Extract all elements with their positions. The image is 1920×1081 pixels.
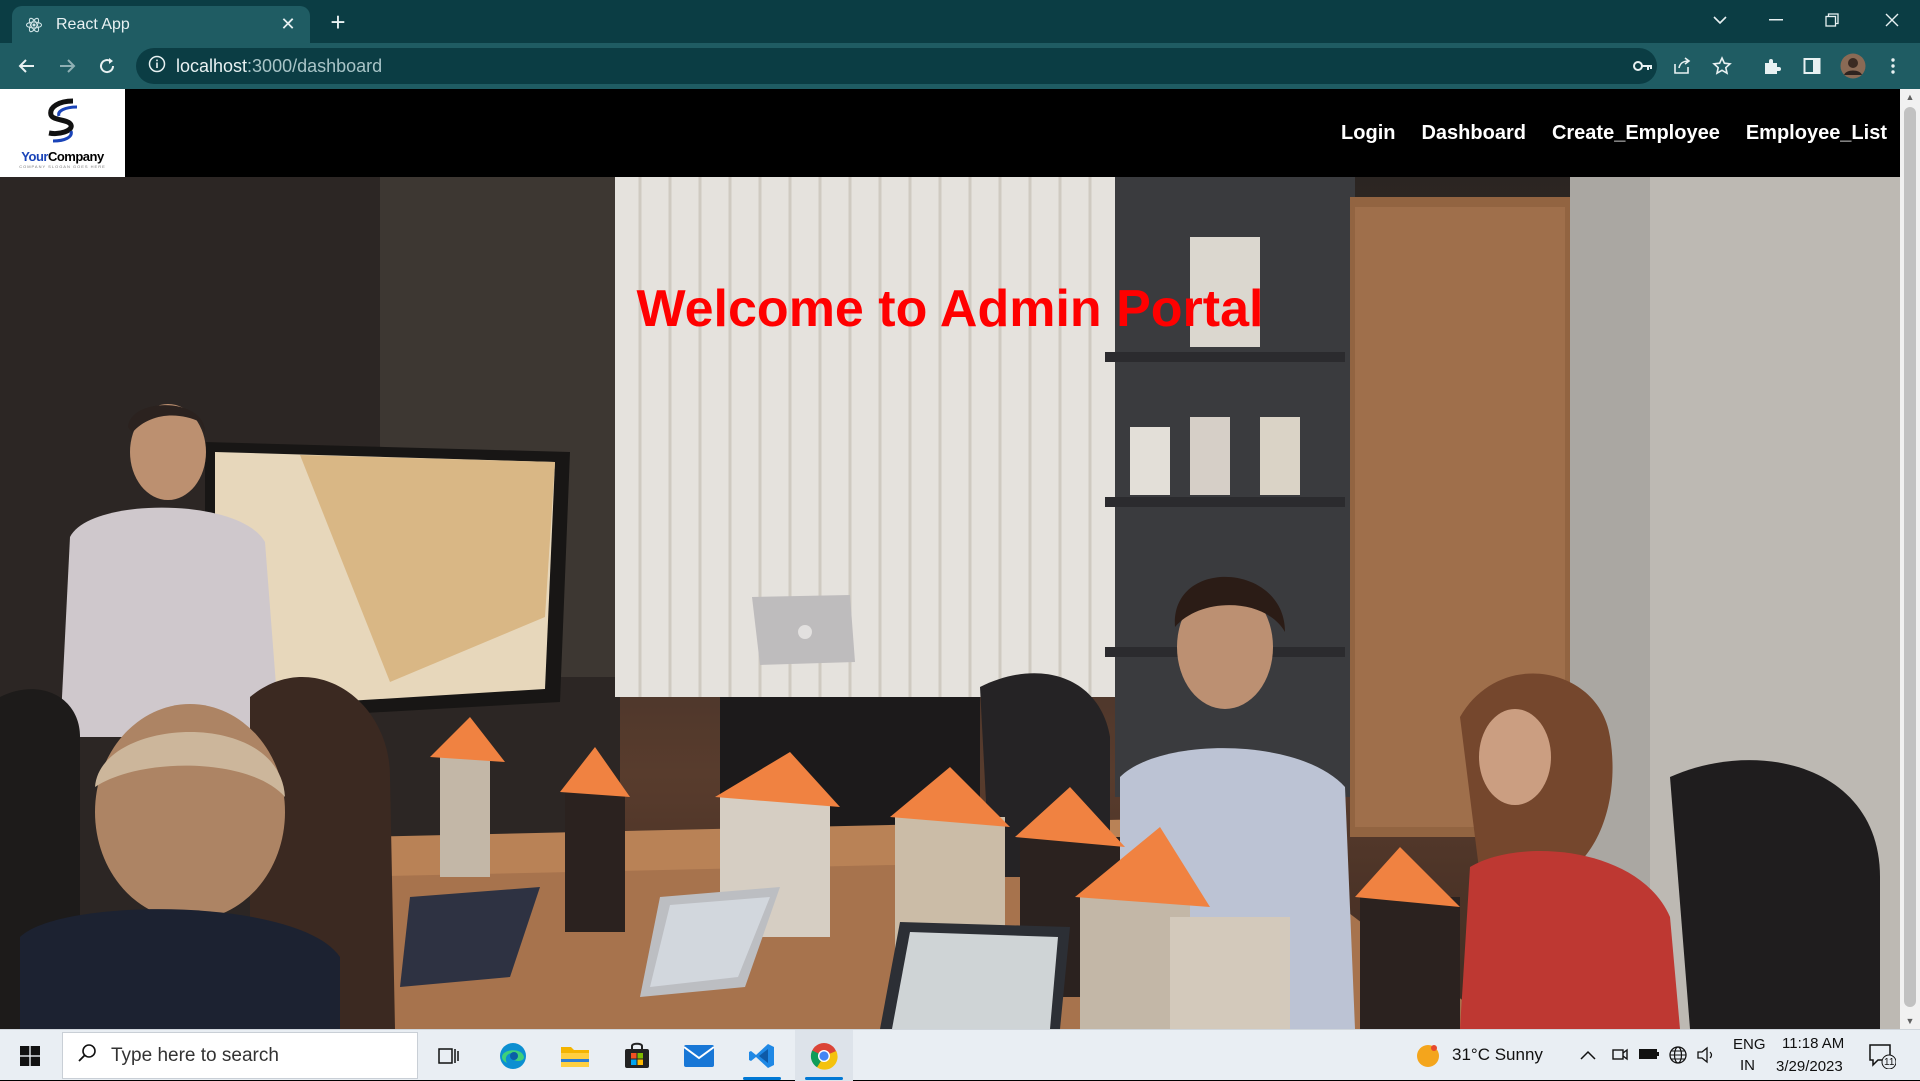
web-page: YourCompany COMPANY SLOGAN GOES HERE Log… bbox=[0, 89, 1900, 1029]
network-globe-icon[interactable] bbox=[1668, 1045, 1688, 1070]
close-tab-icon[interactable]: ✕ bbox=[278, 14, 298, 35]
minimize-icon[interactable] bbox=[1748, 0, 1804, 40]
microsoft-store-icon[interactable] bbox=[608, 1030, 666, 1081]
search-placeholder: Type here to search bbox=[111, 1044, 279, 1066]
side-panel-icon[interactable] bbox=[1797, 51, 1827, 81]
address-bar[interactable]: localhost:3000/dashboard bbox=[136, 48, 1657, 84]
mail-icon[interactable] bbox=[670, 1030, 728, 1081]
url-text: localhost:3000/dashboard bbox=[176, 56, 382, 77]
nav-login[interactable]: Login bbox=[1341, 122, 1395, 145]
clock-date[interactable]: 3/29/2023 bbox=[1776, 1058, 1843, 1075]
weather-icon[interactable] bbox=[1414, 1042, 1442, 1075]
app-navbar: YourCompany COMPANY SLOGAN GOES HERE Log… bbox=[0, 89, 1900, 177]
react-icon bbox=[24, 15, 44, 35]
share-icon[interactable] bbox=[1667, 51, 1697, 81]
language-line1[interactable]: ENG bbox=[1733, 1036, 1766, 1053]
nav-employee-list[interactable]: Employee_List bbox=[1746, 122, 1887, 145]
chrome-icon[interactable] bbox=[795, 1030, 853, 1081]
browser-tab-bar: React App ✕ + bbox=[0, 0, 1920, 43]
profile-avatar[interactable] bbox=[1838, 51, 1868, 81]
file-explorer-icon[interactable] bbox=[546, 1030, 604, 1081]
vscode-icon[interactable] bbox=[733, 1030, 791, 1081]
browser-toolbar: localhost:3000/dashboard bbox=[0, 43, 1920, 89]
notification-count: 11 bbox=[1884, 1057, 1895, 1068]
battery-icon[interactable] bbox=[1638, 1047, 1660, 1066]
hero-banner: Welcome to Admin Portal bbox=[0, 177, 1900, 1029]
extensions-puzzle-icon[interactable] bbox=[1757, 51, 1787, 81]
logo-text-part2: Company bbox=[47, 149, 104, 164]
url-host: localhost bbox=[176, 55, 248, 76]
page-scrollbar[interactable]: ▲ ▼ bbox=[1900, 89, 1920, 1029]
password-key-icon[interactable] bbox=[1628, 51, 1658, 81]
scroll-down-icon[interactable]: ▼ bbox=[1900, 1013, 1920, 1029]
logo-text-part1: Your bbox=[21, 149, 48, 164]
tab-search-icon[interactable] bbox=[1692, 0, 1748, 40]
nav-create-employee[interactable]: Create_Employee bbox=[1552, 122, 1720, 145]
new-tab-button[interactable]: + bbox=[323, 8, 353, 36]
windows-taskbar: Type here to search 31°C Sunny ENG IN 11 bbox=[0, 1029, 1920, 1081]
company-logo-mark bbox=[47, 98, 77, 143]
meet-now-icon[interactable] bbox=[1611, 1045, 1629, 1068]
volume-icon[interactable] bbox=[1696, 1045, 1716, 1070]
browser-tab[interactable]: React App ✕ bbox=[12, 6, 310, 43]
company-logo[interactable]: YourCompany COMPANY SLOGAN GOES HERE bbox=[0, 89, 125, 177]
chrome-menu-icon[interactable] bbox=[1878, 51, 1908, 81]
nav-dashboard[interactable]: Dashboard bbox=[1421, 122, 1525, 145]
windows-start-icon[interactable] bbox=[0, 1030, 60, 1081]
scrollbar-thumb[interactable] bbox=[1904, 107, 1916, 1007]
restore-icon[interactable] bbox=[1804, 0, 1860, 40]
weather-text[interactable]: 31°C Sunny bbox=[1452, 1045, 1543, 1065]
close-window-icon[interactable] bbox=[1864, 0, 1920, 40]
show-hidden-icons-chevron-icon[interactable] bbox=[1580, 1047, 1596, 1065]
forward-icon[interactable] bbox=[52, 51, 82, 81]
reload-icon[interactable] bbox=[92, 51, 122, 81]
site-info-icon[interactable] bbox=[148, 55, 166, 78]
task-view-icon[interactable] bbox=[420, 1030, 478, 1081]
tab-title: React App bbox=[56, 15, 130, 33]
clock-time[interactable]: 11:18 AM bbox=[1782, 1035, 1844, 1052]
taskbar-search-box[interactable]: Type here to search bbox=[62, 1032, 418, 1079]
bookmark-star-icon[interactable] bbox=[1707, 51, 1737, 81]
url-path: :3000/dashboard bbox=[247, 55, 383, 76]
company-logo-text: YourCompany bbox=[21, 149, 104, 164]
back-icon[interactable] bbox=[12, 51, 42, 81]
logo-tagline: COMPANY SLOGAN GOES HERE bbox=[19, 164, 106, 169]
language-line2[interactable]: IN bbox=[1740, 1057, 1755, 1074]
scroll-up-icon[interactable]: ▲ bbox=[1900, 89, 1920, 105]
main-nav: Login Dashboard Create_Employee Employee… bbox=[1341, 89, 1887, 177]
hero-title: Welcome to Admin Portal bbox=[636, 280, 1264, 338]
edge-browser-icon[interactable] bbox=[484, 1030, 542, 1081]
search-icon bbox=[77, 1043, 97, 1068]
